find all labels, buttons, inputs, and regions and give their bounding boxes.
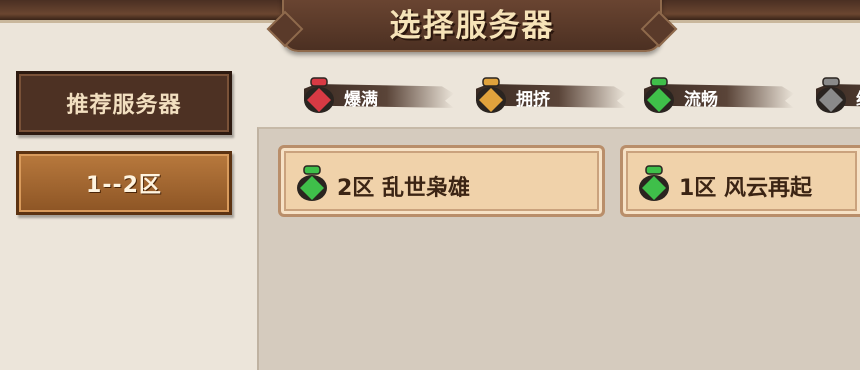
legend-label-full: 爆满 — [344, 90, 378, 110]
server-card[interactable]: 1区 风云再起 — [620, 145, 860, 217]
server-status-jar-icon — [639, 165, 669, 201]
status-jar-icon — [304, 77, 334, 113]
legend-label-maintenance: 维 — [856, 85, 860, 110]
status-jar-icon — [816, 77, 846, 113]
server-card[interactable]: 2区 乱世枭雄 — [278, 145, 605, 217]
legend-maintenance: 维 — [812, 70, 860, 114]
status-jar-icon — [644, 77, 674, 113]
status-jar-icon — [476, 77, 506, 113]
server-name: 1区 风云再起 — [679, 176, 812, 201]
page-title: 选择服务器 — [389, 8, 555, 44]
server-status-jar-icon — [297, 165, 327, 201]
zone-range-label: 1--2区 — [86, 173, 162, 198]
recommended-servers-label: 推荐服务器 — [66, 93, 182, 118]
legend-crowded: 拥挤 — [472, 70, 626, 114]
legend-label-smooth: 流畅 — [684, 90, 718, 110]
legend-smooth: 流畅 — [640, 70, 794, 114]
zone-range-tab[interactable]: 1--2区 — [16, 151, 232, 215]
title-plate: 选择服务器 — [282, 0, 662, 52]
recommended-servers-button[interactable]: 推荐服务器 — [16, 71, 232, 135]
legend-full: 爆满 — [300, 70, 454, 114]
server-name: 2区 乱世枭雄 — [337, 176, 470, 201]
legend-label-crowded: 拥挤 — [516, 90, 550, 110]
